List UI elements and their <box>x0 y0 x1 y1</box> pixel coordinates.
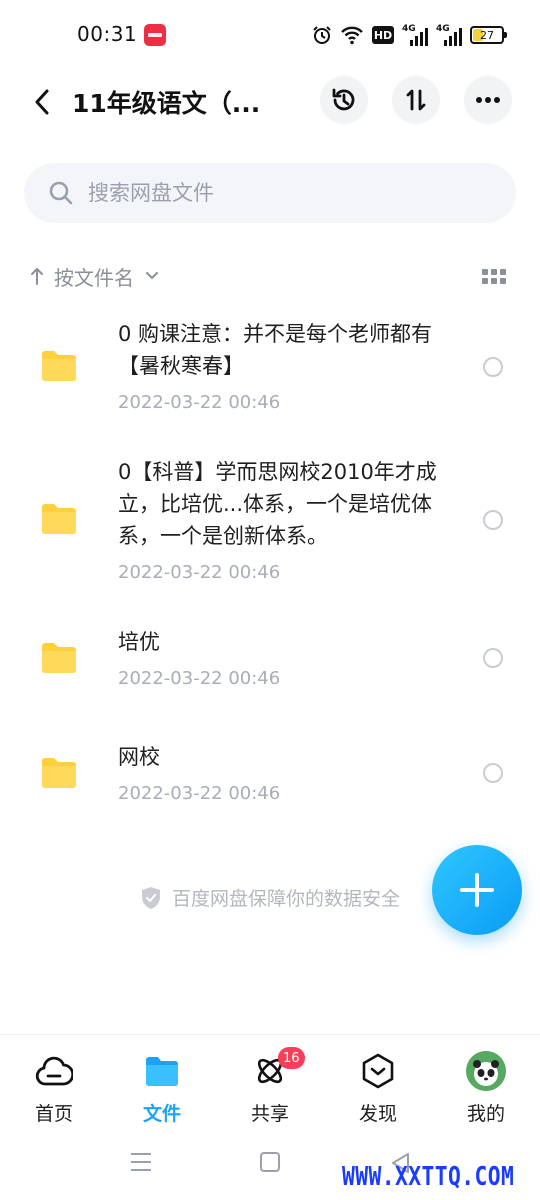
folder-icon <box>146 1057 178 1086</box>
nav-item-home[interactable]: 首页 <box>0 1035 108 1135</box>
sort-selector[interactable]: 按文件名 <box>30 260 158 292</box>
nav-label: 首页 <box>34 1103 73 1125</box>
search-icon <box>49 181 73 205</box>
select-checkbox[interactable] <box>483 763 503 783</box>
select-checkbox[interactable] <box>483 357 503 377</box>
nav-item-profile[interactable]: 我的 <box>432 1035 540 1135</box>
grid-view-button[interactable] <box>482 266 506 286</box>
signal-icon: 4G <box>402 24 428 46</box>
avatar-icon <box>466 1051 506 1091</box>
file-item[interactable]: 网校 2022-03-22 00:46 <box>0 717 540 832</box>
page-title: 11年级语文（... <box>72 89 261 118</box>
plus-icon <box>460 873 494 907</box>
signal-icon: 4G <box>436 24 462 46</box>
file-date: 2022-03-22 00:46 <box>118 392 281 413</box>
sort-label: 按文件名 <box>54 265 134 290</box>
folder-icon <box>42 351 76 381</box>
search-input[interactable] <box>88 181 468 205</box>
file-name: 0 购课注意：并不是每个老师都有【暑秋寒春】 <box>118 322 433 378</box>
shield-icon <box>141 886 160 909</box>
file-name: 培优 <box>118 630 160 654</box>
discover-icon <box>362 1053 394 1089</box>
header: 11年级语文（... <box>0 74 540 130</box>
more-dots-icon <box>476 97 500 103</box>
cloud-icon <box>35 1056 73 1086</box>
folder-icon <box>42 504 76 534</box>
status-bar: 00:31 HD 4G 4G 27 <box>0 0 540 70</box>
nav-item-files[interactable]: 文件 <box>108 1035 216 1135</box>
alarm-icon <box>313 26 331 44</box>
battery-icon: 27 <box>470 26 507 44</box>
file-item[interactable]: 培优 2022-03-22 00:46 <box>0 602 540 717</box>
wifi-icon <box>341 26 363 45</box>
history-icon <box>332 88 355 111</box>
select-checkbox[interactable] <box>483 510 503 530</box>
status-time: 00:31 <box>77 22 138 46</box>
folder-icon <box>42 758 76 788</box>
bottom-nav: 首页 文件 16 共享 发现 我的 <box>0 1034 540 1134</box>
nav-item-discover[interactable]: 发现 <box>324 1035 432 1135</box>
file-name: 网校 <box>118 745 160 769</box>
folder-icon <box>42 643 76 673</box>
notification-badge: 16 <box>278 1047 305 1069</box>
file-item[interactable]: 0【科普】学而思网校2010年才成立，比培优...体系，一个是培优体系，一个是创… <box>0 432 540 602</box>
chevron-down-icon <box>146 272 158 280</box>
nav-label: 发现 <box>358 1103 397 1125</box>
status-indicators: HD 4G 4G 27 <box>312 22 507 48</box>
battery-level: 27 <box>480 28 494 42</box>
notification-app-icon <box>144 24 166 46</box>
nav-label: 我的 <box>466 1103 505 1125</box>
home-square-icon[interactable] <box>260 1152 280 1172</box>
menu-icon[interactable] <box>130 1152 152 1172</box>
hd-voice-icon: HD <box>372 26 394 44</box>
file-date: 2022-03-22 00:46 <box>118 562 281 583</box>
sort-icon <box>406 89 426 111</box>
search-bar[interactable] <box>24 163 516 223</box>
chevron-left-icon <box>35 89 49 115</box>
safety-text: 百度网盘保障你的数据安全 <box>171 888 400 910</box>
file-list: 0 购课注意：并不是每个老师都有【暑秋寒春】 2022-03-22 00:46 … <box>0 300 540 832</box>
watermark-text: WWW.XXTTQ.COM <box>342 1162 515 1192</box>
more-button[interactable] <box>464 76 512 124</box>
file-date: 2022-03-22 00:46 <box>118 783 281 804</box>
file-date: 2022-03-22 00:46 <box>118 668 281 689</box>
nav-label: 共享 <box>250 1103 289 1125</box>
nav-label: 文件 <box>142 1103 181 1125</box>
file-item[interactable]: 0 购课注意：并不是每个老师都有【暑秋寒春】 2022-03-22 00:46 <box>0 300 540 432</box>
history-button[interactable] <box>320 76 368 124</box>
add-button[interactable] <box>432 845 522 935</box>
arrow-up-icon <box>31 268 43 285</box>
back-button[interactable] <box>26 82 58 122</box>
select-checkbox[interactable] <box>483 648 503 668</box>
file-name: 0【科普】学而思网校2010年才成立，比培优...体系，一个是培优体系，一个是创… <box>118 460 437 548</box>
nav-item-share[interactable]: 16 共享 <box>216 1035 324 1135</box>
sort-button[interactable] <box>392 76 440 124</box>
